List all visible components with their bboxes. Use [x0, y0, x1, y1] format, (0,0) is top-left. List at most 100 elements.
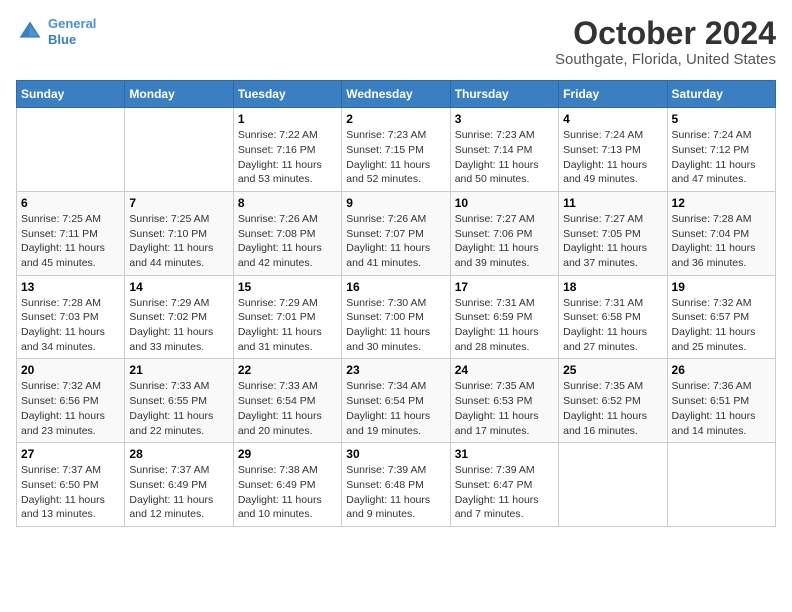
day-info: Sunrise: 7:24 AM Sunset: 7:12 PM Dayligh… [672, 128, 771, 187]
day-number: 31 [455, 447, 554, 461]
day-info: Sunrise: 7:28 AM Sunset: 7:04 PM Dayligh… [672, 212, 771, 271]
calendar-cell: 28 Sunrise: 7:37 AM Sunset: 6:49 PM Dayli… [125, 443, 233, 527]
day-number: 28 [129, 447, 228, 461]
day-info: Sunrise: 7:33 AM Sunset: 6:55 PM Dayligh… [129, 379, 228, 438]
day-info: Sunrise: 7:27 AM Sunset: 7:05 PM Dayligh… [563, 212, 662, 271]
calendar-cell: 2Sunrise: 7:23 AM Sunset: 7:15 PM Daylig… [342, 108, 450, 192]
day-number: 21 [129, 363, 228, 377]
day-number: 14 [129, 280, 228, 294]
calendar-cell: 18 Sunrise: 7:31 AM Sunset: 6:58 PM Dayli… [559, 275, 667, 359]
day-info: Sunrise: 7:23 AM Sunset: 7:14 PM Dayligh… [455, 128, 554, 187]
calendar-cell: 10Sunrise: 7:27 AM Sunset: 7:06 PM Dayli… [450, 191, 558, 275]
weekday-header: Monday [125, 81, 233, 108]
logo-icon [16, 18, 44, 46]
calendar-cell: 1 Sunrise: 7:22 AM Sunset: 7:16 PM Daylig… [233, 108, 341, 192]
day-number: 15 [238, 280, 337, 294]
day-info: Sunrise: 7:27 AM Sunset: 7:06 PM Dayligh… [455, 212, 554, 271]
calendar-cell: 7Sunrise: 7:25 AM Sunset: 7:10 PM Daylig… [125, 191, 233, 275]
calendar-week-row: 6Sunrise: 7:25 AM Sunset: 7:11 PM Daylig… [17, 191, 776, 275]
day-number: 19 [672, 280, 771, 294]
calendar-cell: 27 Sunrise: 7:37 AM Sunset: 6:50 PM Dayli… [17, 443, 125, 527]
day-number: 25 [563, 363, 662, 377]
calendar-cell: 14 Sunrise: 7:29 AM Sunset: 7:02 PM Dayli… [125, 275, 233, 359]
calendar-cell: 19Sunrise: 7:32 AM Sunset: 6:57 PM Dayli… [667, 275, 775, 359]
day-info: Sunrise: 7:37 AM Sunset: 6:49 PM Dayligh… [129, 463, 228, 522]
calendar-cell: 24 Sunrise: 7:35 AM Sunset: 6:53 PM Dayli… [450, 359, 558, 443]
logo: General Blue [16, 16, 96, 47]
calendar-cell: 6Sunrise: 7:25 AM Sunset: 7:11 PM Daylig… [17, 191, 125, 275]
day-number: 9 [346, 196, 445, 210]
calendar-cell: 23Sunrise: 7:34 AM Sunset: 6:54 PM Dayli… [342, 359, 450, 443]
calendar-cell: 15 Sunrise: 7:29 AM Sunset: 7:01 PM Dayli… [233, 275, 341, 359]
calendar-cell [559, 443, 667, 527]
calendar-cell: 12 Sunrise: 7:28 AM Sunset: 7:04 PM Dayli… [667, 191, 775, 275]
calendar-cell: 4Sunrise: 7:24 AM Sunset: 7:13 PM Daylig… [559, 108, 667, 192]
calendar-cell: 9 Sunrise: 7:26 AM Sunset: 7:07 PM Daylig… [342, 191, 450, 275]
day-info: Sunrise: 7:31 AM Sunset: 6:58 PM Dayligh… [563, 296, 662, 355]
weekday-header: Friday [559, 81, 667, 108]
calendar-cell: 5 Sunrise: 7:24 AM Sunset: 7:12 PM Daylig… [667, 108, 775, 192]
weekday-header: Tuesday [233, 81, 341, 108]
calendar-cell: 3Sunrise: 7:23 AM Sunset: 7:14 PM Daylig… [450, 108, 558, 192]
day-number: 29 [238, 447, 337, 461]
day-number: 23 [346, 363, 445, 377]
calendar-body: 1 Sunrise: 7:22 AM Sunset: 7:16 PM Daylig… [17, 108, 776, 527]
day-info: Sunrise: 7:25 AM Sunset: 7:11 PM Dayligh… [21, 212, 120, 271]
page-title: October 2024 [555, 16, 776, 51]
logo-text: General Blue [48, 16, 96, 47]
header-row: SundayMondayTuesdayWednesdayThursdayFrid… [17, 81, 776, 108]
calendar-cell: 11Sunrise: 7:27 AM Sunset: 7:05 PM Dayli… [559, 191, 667, 275]
weekday-header: Sunday [17, 81, 125, 108]
page-subtitle: Southgate, Florida, United States [555, 51, 776, 68]
calendar-cell: 25Sunrise: 7:35 AM Sunset: 6:52 PM Dayli… [559, 359, 667, 443]
day-info: Sunrise: 7:38 AM Sunset: 6:49 PM Dayligh… [238, 463, 337, 522]
calendar-cell [17, 108, 125, 192]
day-info: Sunrise: 7:39 AM Sunset: 6:47 PM Dayligh… [455, 463, 554, 522]
calendar-cell: 17Sunrise: 7:31 AM Sunset: 6:59 PM Dayli… [450, 275, 558, 359]
day-info: Sunrise: 7:35 AM Sunset: 6:53 PM Dayligh… [455, 379, 554, 438]
weekday-header: Wednesday [342, 81, 450, 108]
calendar-cell: 29 Sunrise: 7:38 AM Sunset: 6:49 PM Dayli… [233, 443, 341, 527]
day-info: Sunrise: 7:28 AM Sunset: 7:03 PM Dayligh… [21, 296, 120, 355]
day-info: Sunrise: 7:22 AM Sunset: 7:16 PM Dayligh… [238, 128, 337, 187]
calendar-cell: 22 Sunrise: 7:33 AM Sunset: 6:54 PM Dayli… [233, 359, 341, 443]
day-number: 5 [672, 112, 771, 126]
day-number: 17 [455, 280, 554, 294]
day-number: 27 [21, 447, 120, 461]
day-info: Sunrise: 7:25 AM Sunset: 7:10 PM Dayligh… [129, 212, 228, 271]
title-block: October 2024 Southgate, Florida, United … [555, 16, 776, 68]
calendar-cell: 31 Sunrise: 7:39 AM Sunset: 6:47 PM Dayli… [450, 443, 558, 527]
calendar-cell [667, 443, 775, 527]
day-info: Sunrise: 7:26 AM Sunset: 7:07 PM Dayligh… [346, 212, 445, 271]
day-number: 30 [346, 447, 445, 461]
day-number: 24 [455, 363, 554, 377]
day-info: Sunrise: 7:24 AM Sunset: 7:13 PM Dayligh… [563, 128, 662, 187]
day-info: Sunrise: 7:36 AM Sunset: 6:51 PM Dayligh… [672, 379, 771, 438]
day-number: 13 [21, 280, 120, 294]
calendar-cell: 13 Sunrise: 7:28 AM Sunset: 7:03 PM Dayli… [17, 275, 125, 359]
day-info: Sunrise: 7:32 AM Sunset: 6:56 PM Dayligh… [21, 379, 120, 438]
day-info: Sunrise: 7:26 AM Sunset: 7:08 PM Dayligh… [238, 212, 337, 271]
calendar-week-row: 13 Sunrise: 7:28 AM Sunset: 7:03 PM Dayli… [17, 275, 776, 359]
day-info: Sunrise: 7:29 AM Sunset: 7:02 PM Dayligh… [129, 296, 228, 355]
logo-line2: Blue [48, 32, 76, 47]
day-info: Sunrise: 7:37 AM Sunset: 6:50 PM Dayligh… [21, 463, 120, 522]
calendar-cell: 8 Sunrise: 7:26 AM Sunset: 7:08 PM Daylig… [233, 191, 341, 275]
page-header: General Blue October 2024 Southgate, Flo… [16, 16, 776, 68]
day-number: 20 [21, 363, 120, 377]
day-number: 1 [238, 112, 337, 126]
calendar-cell: 30Sunrise: 7:39 AM Sunset: 6:48 PM Dayli… [342, 443, 450, 527]
day-number: 12 [672, 196, 771, 210]
day-number: 2 [346, 112, 445, 126]
day-info: Sunrise: 7:33 AM Sunset: 6:54 PM Dayligh… [238, 379, 337, 438]
day-number: 22 [238, 363, 337, 377]
calendar-cell [125, 108, 233, 192]
logo-line1: General [48, 16, 96, 31]
day-info: Sunrise: 7:29 AM Sunset: 7:01 PM Dayligh… [238, 296, 337, 355]
day-info: Sunrise: 7:30 AM Sunset: 7:00 PM Dayligh… [346, 296, 445, 355]
day-number: 18 [563, 280, 662, 294]
day-number: 8 [238, 196, 337, 210]
calendar-cell: 20 Sunrise: 7:32 AM Sunset: 6:56 PM Dayli… [17, 359, 125, 443]
calendar-table: SundayMondayTuesdayWednesdayThursdayFrid… [16, 80, 776, 527]
calendar-cell: 21 Sunrise: 7:33 AM Sunset: 6:55 PM Dayli… [125, 359, 233, 443]
